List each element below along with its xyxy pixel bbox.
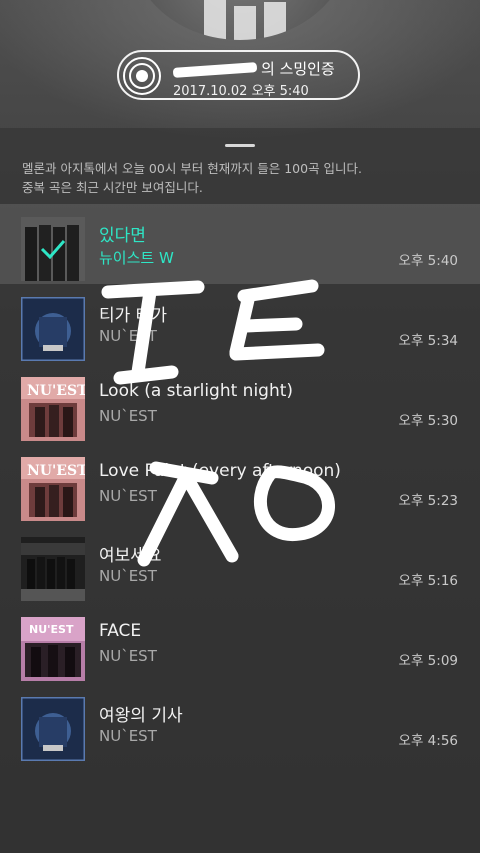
album-thumbnail xyxy=(21,297,85,361)
album-thumbnail: NU'EST xyxy=(21,617,85,681)
play-time: 오후 5:30 xyxy=(398,413,458,429)
vinyl-disc-icon xyxy=(123,57,161,95)
play-time: 오후 5:16 xyxy=(398,573,458,589)
song-artist: NU`EST xyxy=(99,647,157,665)
song-row[interactable]: 있다면 뉴이스트 W 오후 5:40 xyxy=(0,204,480,284)
info-line-1: 멜론과 아지톡에서 오늘 00시 부터 현재까지 들은 100곡 입니다. xyxy=(22,161,363,176)
play-time: 오후 4:56 xyxy=(398,733,458,749)
song-row[interactable]: NU'EST FACE NU`EST 오후 5:09 xyxy=(0,604,480,684)
song-artist: NU`EST xyxy=(99,567,157,585)
song-title: 여보세요 xyxy=(99,546,162,566)
album-thumbnail xyxy=(21,697,85,761)
svg-text:NU'EST: NU'EST xyxy=(27,463,85,479)
song-row[interactable]: 여왕의 기사 NU`EST 오후 4:56 xyxy=(0,684,480,764)
play-time: 오후 5:23 xyxy=(398,493,458,509)
album-thumbnail: NU'EST xyxy=(21,377,85,441)
song-title: 티가 태가 xyxy=(99,306,167,326)
svg-text:NU'EST: NU'EST xyxy=(29,623,74,636)
song-artist: NU`EST xyxy=(99,407,157,425)
badge-datetime: 2017.10.02 오후 5:40 xyxy=(173,84,309,99)
checkmark-icon xyxy=(21,217,85,281)
song-title: 여왕의 기사 xyxy=(99,706,183,726)
song-artist: NU`EST xyxy=(99,487,157,505)
song-row[interactable]: 티가 태가 NU`EST 오후 5:34 xyxy=(0,284,480,364)
song-row[interactable]: 여보세요 NU`EST 오후 5:16 xyxy=(0,524,480,604)
play-time: 오후 5:34 xyxy=(398,333,458,349)
album-thumbnail xyxy=(21,217,85,281)
art-figure xyxy=(204,0,226,40)
redaction-scribble xyxy=(172,61,258,78)
svg-text:NU'EST: NU'EST xyxy=(27,383,85,399)
badge-title: 의 스밍인증 xyxy=(172,58,353,79)
song-title: Look (a starlight night) xyxy=(99,381,294,401)
song-artist: NU`EST xyxy=(99,327,157,345)
album-thumbnail xyxy=(21,537,85,601)
song-artist: NU`EST xyxy=(99,727,157,745)
song-list: 있다면 뉴이스트 W 오후 5:40 티가 태가 NU`EST 오후 5:34 … xyxy=(0,204,480,764)
badge-title-text: 의 스밍인증 xyxy=(261,60,335,78)
info-line-2: 중복 곡은 최근 시간만 보여집니다. xyxy=(22,180,203,195)
streaming-proof-badge[interactable]: 의 스밍인증 2017.10.02 오후 5:40 xyxy=(117,50,360,100)
song-title: FACE xyxy=(99,621,142,641)
art-figure xyxy=(234,6,256,40)
play-time: 오후 5:40 xyxy=(398,253,458,269)
song-row[interactable]: NU'EST Love Paint (every afternoon) NU`E… xyxy=(0,444,480,524)
art-figure xyxy=(264,2,286,40)
drag-handle[interactable] xyxy=(225,144,255,147)
song-title: 있다면 xyxy=(99,226,146,246)
play-time: 오후 5:09 xyxy=(398,653,458,669)
album-thumbnail: NU'EST xyxy=(21,457,85,521)
song-row[interactable]: NU'EST Look (a starlight night) NU`EST 오… xyxy=(0,364,480,444)
info-text: 멜론과 아지톡에서 오늘 00시 부터 현재까지 들은 100곡 입니다. 중복… xyxy=(22,159,462,197)
song-artist: 뉴이스트 W xyxy=(99,249,174,267)
song-title: Love Paint (every afternoon) xyxy=(99,461,341,481)
